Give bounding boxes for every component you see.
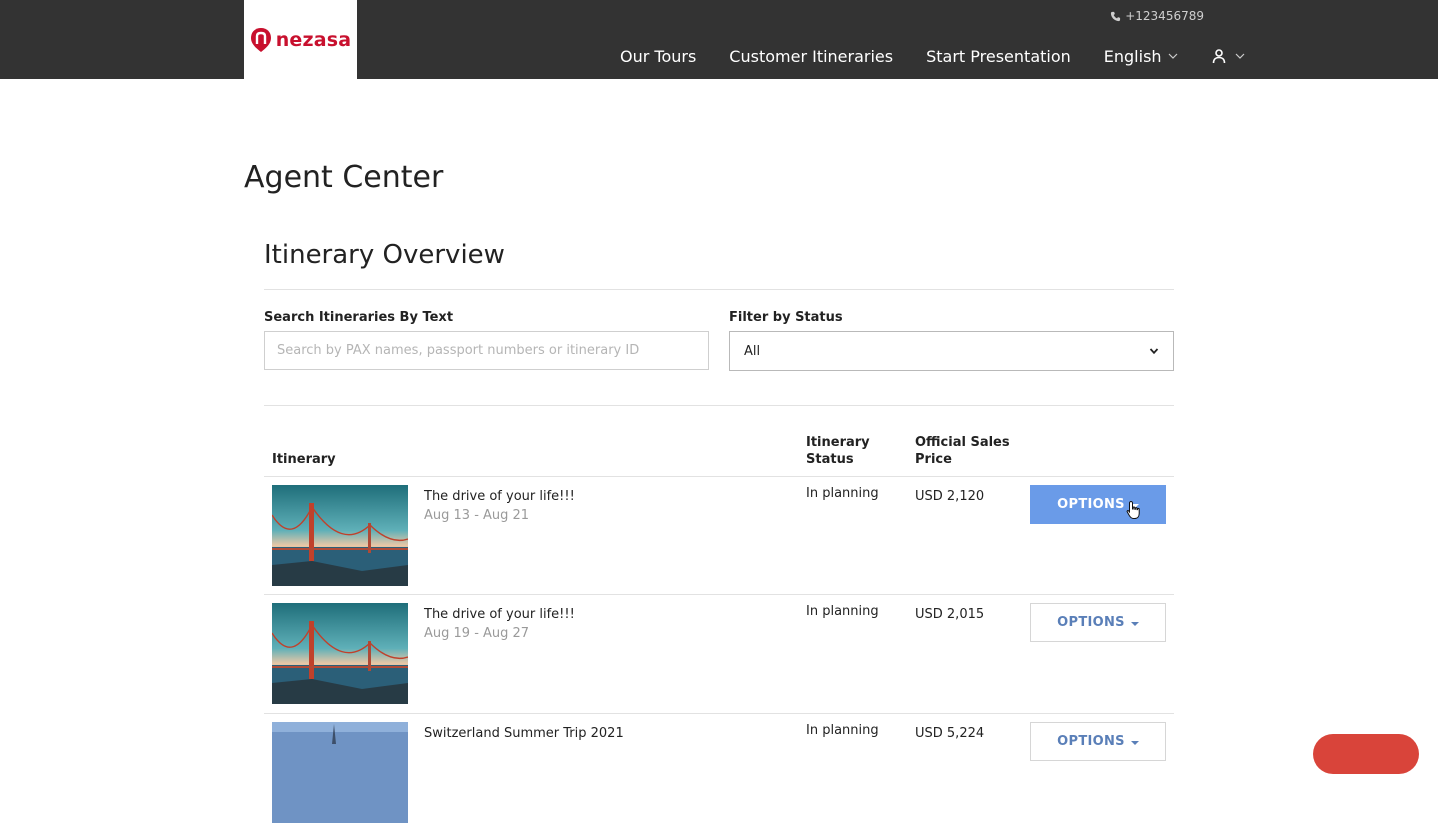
column-header-price: Official Sales Price (915, 434, 1010, 468)
golden-gate-bridge-image (272, 485, 408, 586)
itinerary-status: In planning (806, 486, 879, 501)
options-dropdown-button[interactable]: OPTIONS (1030, 722, 1166, 761)
table-divider (264, 713, 1174, 714)
nezasa-logo: nezasa (250, 27, 352, 53)
logo-text: nezasa (275, 28, 352, 51)
nezasa-logo-icon (250, 27, 271, 52)
column-header-status: Itinerary Status (806, 434, 870, 468)
caret-down-icon (1130, 621, 1139, 626)
chevron-down-icon (1149, 348, 1159, 355)
itinerary-dates: Aug 13 - Aug 21 (424, 508, 530, 523)
golden-gate-bridge-image (272, 603, 408, 704)
status-filter-label: Filter by Status (729, 310, 843, 325)
column-header-status-line2: Status (806, 452, 854, 467)
table-divider (264, 476, 1174, 477)
table-divider (264, 594, 1174, 595)
itinerary-status: In planning (806, 723, 879, 738)
divider (264, 289, 1174, 290)
itinerary-price: USD 5,224 (915, 726, 985, 741)
column-header-itinerary: Itinerary (272, 452, 336, 467)
chevron-down-icon (1168, 53, 1177, 59)
logo-link[interactable]: nezasa (244, 0, 357, 79)
itinerary-title[interactable]: The drive of your life!!! (424, 489, 575, 504)
user-menu-dropdown[interactable] (1211, 48, 1245, 64)
column-header-status-line1: Itinerary (806, 435, 870, 450)
itinerary-thumbnail[interactable] (272, 603, 408, 704)
nav-start-presentation[interactable]: Start Presentation (926, 47, 1071, 66)
switzerland-city-image (272, 722, 408, 823)
main-nav: Our Tours Customer Itineraries Start Pre… (620, 45, 1245, 67)
itinerary-price: USD 2,120 (915, 489, 985, 504)
phone-contact[interactable]: +123456789 (1110, 9, 1204, 23)
column-header-price-line1: Official Sales (915, 435, 1010, 450)
search-input[interactable] (264, 331, 709, 370)
nav-our-tours[interactable]: Our Tours (620, 47, 696, 66)
search-label: Search Itineraries By Text (264, 310, 454, 325)
top-navigation-bar: nezasa +123456789 Our Tours Customer Iti… (0, 0, 1438, 79)
options-label: OPTIONS (1057, 734, 1125, 749)
page-title: Agent Center (244, 160, 444, 195)
itinerary-thumbnail[interactable] (272, 722, 408, 823)
options-dropdown-button[interactable]: OPTIONS (1030, 485, 1166, 524)
language-label: English (1103, 46, 1162, 66)
itinerary-title[interactable]: Switzerland Summer Trip 2021 (424, 726, 624, 741)
hand-pointer-cursor-icon (1126, 500, 1140, 519)
itinerary-title[interactable]: The drive of your life!!! (424, 607, 575, 622)
itinerary-thumbnail[interactable] (272, 485, 408, 586)
status-filter-select[interactable]: All (729, 331, 1174, 371)
itinerary-status: In planning (806, 604, 879, 619)
itinerary-dates: Aug 19 - Aug 27 (424, 626, 530, 641)
language-dropdown[interactable]: English (1104, 47, 1178, 66)
chat-widget-button[interactable] (1313, 734, 1419, 774)
itinerary-price: USD 2,015 (915, 607, 985, 622)
phone-icon (1111, 11, 1121, 21)
options-label: OPTIONS (1057, 497, 1125, 512)
section-title: Itinerary Overview (264, 240, 505, 270)
divider (264, 405, 1174, 406)
user-icon (1212, 49, 1225, 64)
status-filter-value: All (744, 343, 761, 359)
options-label: OPTIONS (1057, 615, 1125, 630)
phone-number: +123456789 (1125, 9, 1204, 23)
column-header-price-line2: Price (915, 452, 952, 467)
options-dropdown-button[interactable]: OPTIONS (1030, 603, 1166, 642)
chevron-down-icon (1235, 53, 1244, 59)
nav-customer-itineraries[interactable]: Customer Itineraries (729, 47, 893, 66)
